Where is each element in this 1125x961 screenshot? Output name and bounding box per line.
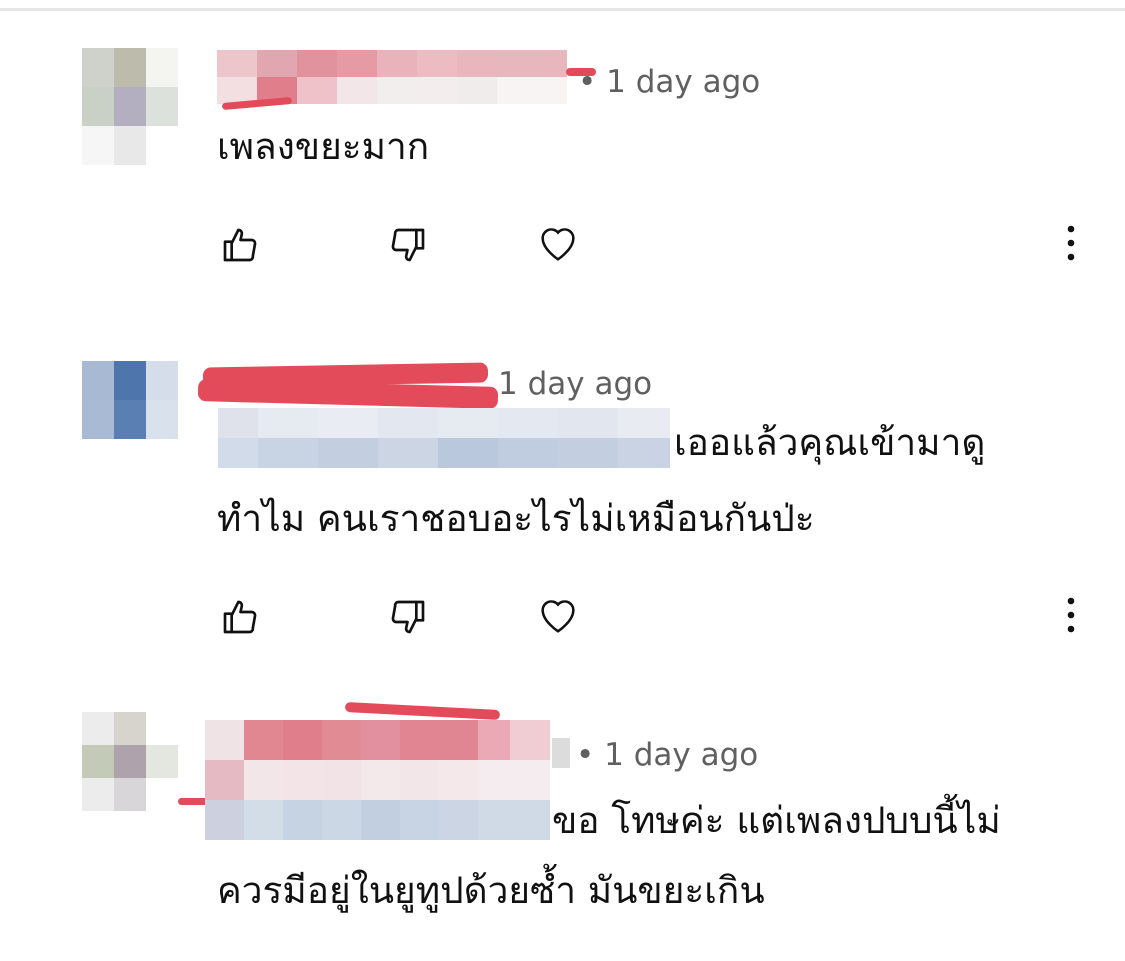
avatar[interactable] — [82, 322, 178, 439]
comment-time: 1 day ago — [498, 366, 653, 402]
redacted-username[interactable] — [197, 379, 499, 409]
heart-icon — [541, 600, 575, 633]
comment-time: • 1 day ago — [576, 737, 759, 773]
top-divider — [0, 8, 1125, 11]
comment-time: • 1 day ago — [578, 64, 761, 100]
comment-text-line-2: ควรมีอยู่ในยูทูปด้วยซ้ำ มันขยะเกิน — [217, 869, 765, 912]
heart-button[interactable] — [533, 590, 583, 640]
like-button[interactable] — [215, 592, 265, 642]
redacted-username[interactable] — [205, 720, 550, 840]
thumb-up-icon — [223, 600, 257, 634]
dislike-button[interactable] — [383, 220, 433, 270]
comment-text-line-2: ทำไม คนเราชอบอะไรไม่เหมือนกันป่ะ — [217, 497, 815, 540]
comment-text-line-1: ขอ โทษค่ะ แต่เพลงปบบนี้ไม่ — [552, 799, 1001, 842]
more-options-button[interactable] — [1056, 218, 1086, 268]
dislike-button[interactable] — [383, 592, 433, 642]
avatar[interactable] — [82, 48, 178, 165]
avatar[interactable] — [82, 712, 178, 811]
thumb-up-icon — [223, 228, 257, 262]
thumb-down-icon — [391, 600, 425, 634]
redacted-mention[interactable] — [218, 408, 670, 468]
heart-button[interactable] — [533, 218, 583, 268]
thumb-down-icon — [391, 228, 425, 262]
more-vert-icon — [1067, 225, 1075, 261]
more-vert-icon — [1067, 597, 1075, 633]
redacted-username[interactable] — [217, 50, 567, 77]
comment-text-line-1: เออแล้วคุณเข้ามาดู — [674, 421, 986, 464]
like-button[interactable] — [215, 220, 265, 270]
heart-icon — [541, 228, 575, 261]
redacted-fragment — [552, 738, 570, 768]
redaction-stroke — [344, 701, 501, 721]
comment-text: เพลงขยะมาก — [217, 125, 430, 168]
more-options-button[interactable] — [1056, 590, 1086, 640]
